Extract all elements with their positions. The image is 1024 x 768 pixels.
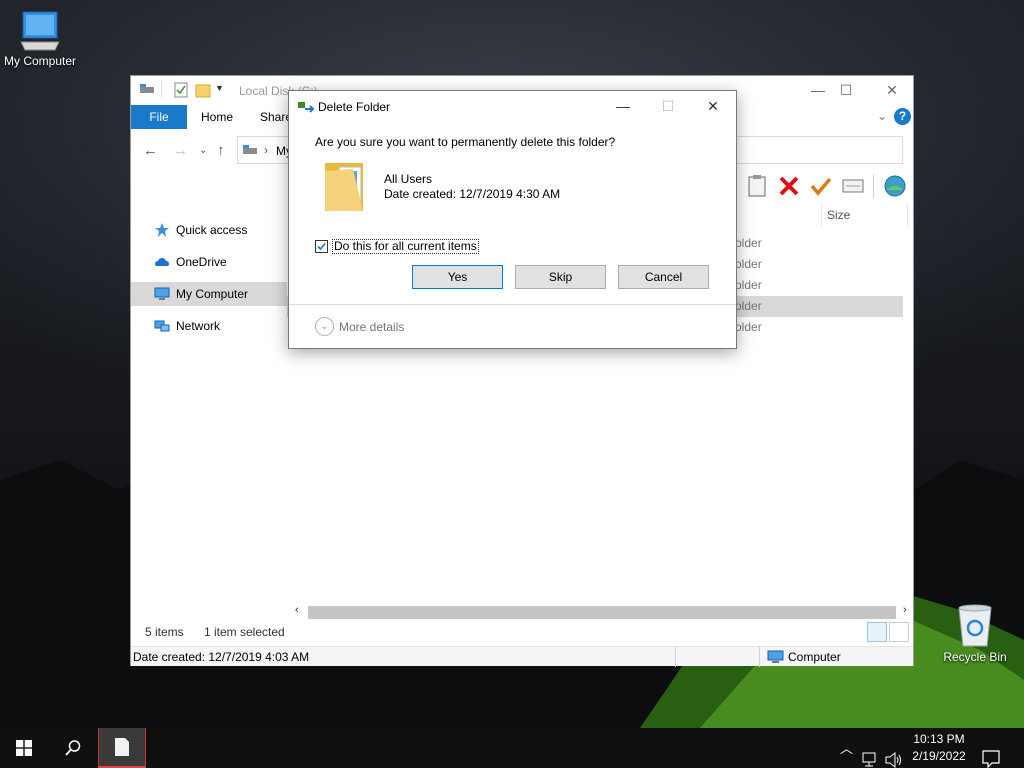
scroll-left-icon[interactable]: ‹ [295,604,299,616]
sidebar-item-my-computer[interactable]: My Computer [131,282,287,306]
show-hidden-icons-chevron-icon[interactable]: ︿ [840,738,853,768]
recent-locations-icon[interactable]: ⌄ [199,145,207,156]
item-name: All Users [384,172,433,186]
divider [675,647,676,667]
divider [289,304,736,305]
network-icon[interactable] [862,740,880,768]
globe-icon[interactable] [883,174,907,198]
document-icon [115,738,129,756]
desktop-icon-my-computer[interactable]: My Computer [0,8,80,68]
checkmark-icon[interactable] [809,174,833,198]
scroll-right-icon[interactable]: › [903,604,907,616]
divider [161,80,162,98]
tab-home[interactable]: Home [187,105,247,129]
column-separator [821,204,822,226]
details-view-button[interactable] [867,622,887,642]
file-type-cell: older [735,257,762,271]
windows-logo-icon [16,740,32,756]
clipboard-icon[interactable] [745,174,769,198]
folder-icon [325,163,363,211]
apply-to-all-checkbox[interactable] [315,240,328,253]
back-arrow-icon[interactable]: ← [143,142,158,159]
system-clock[interactable]: 10:13 PM 2/19/2022 [908,731,970,765]
sidebar-item-label: Quick access [176,223,248,237]
maximize-button: ☐ [661,98,675,114]
confirmation-question: Are you sure you want to permanently del… [315,135,616,149]
properties-icon[interactable] [173,82,189,98]
item-count: 5 items [145,625,184,639]
ribbon-expand-icon[interactable]: ⌄ [877,109,887,123]
desktop-icon-label: My Computer [3,54,77,68]
column-header-size[interactable]: Size [827,208,850,222]
view-switcher [867,622,911,642]
help-icon[interactable]: ? [894,108,911,125]
delete-folder-dialog: Delete Folder — ☐ ✕ Are you sure you wan… [288,90,737,349]
scrollbar-thumb[interactable] [308,606,896,619]
sidebar-item-label: OneDrive [176,255,227,269]
customize-qa-dropdown-icon[interactable]: ▼ [215,83,224,93]
sidebar-item-network[interactable]: Network [131,314,287,338]
more-details-link[interactable]: More details [339,320,404,334]
sidebar-item-onedrive[interactable]: OneDrive [131,250,287,274]
search-icon [65,740,81,756]
delete-folder-icon [298,102,314,113]
recycle-bin-icon [958,604,992,647]
horizontal-scrollbar[interactable]: ‹ › [291,604,913,620]
breadcrumb-chevron-icon: › [264,143,268,157]
taskbar: ︿ 10:13 PM 2/19/2022 [0,728,1024,768]
forward-arrow-icon[interactable]: → [173,142,188,159]
drive-icon [140,84,154,93]
details-bar: Date created: 12/7/2019 4:03 AM Computer [131,646,913,667]
computer-icon [767,650,784,663]
file-type-cell: older [735,278,762,292]
taskbar-app-file-manager[interactable] [98,728,146,768]
up-arrow-icon[interactable]: ↑ [217,142,225,159]
selected-item-date: Date created: 12/7/2019 4:03 AM [133,650,310,664]
desktop-icon-recycle-bin[interactable]: Recycle Bin [935,602,1015,664]
search-button[interactable] [48,728,96,768]
sidebar-item-label: Network [176,319,221,333]
clock-time: 10:13 PM [913,732,965,746]
new-folder-icon[interactable] [195,82,211,98]
divider [759,647,760,667]
start-button[interactable] [0,728,48,768]
sidebar-item-quick-access[interactable]: Quick access [131,218,287,242]
clock-date: 2/19/2022 [912,749,966,763]
selection-count: 1 item selected [204,625,285,639]
drive-icon [243,145,257,154]
delete-x-icon[interactable] [777,174,801,198]
desktop-icon-label: Recycle Bin [943,650,1007,664]
network-icon [154,320,170,332]
large-icons-view-button[interactable] [889,622,909,642]
notifications-icon[interactable] [982,739,1000,768]
file-type-cell: older [735,236,762,250]
computer-icon [20,11,60,51]
file-type-cell: older [735,299,762,313]
apply-to-all-label[interactable]: Do this for all current items [332,239,479,254]
dialog-title: Delete Folder [318,100,391,114]
close-button[interactable]: ✕ [869,76,915,104]
location-label: Computer [788,650,841,664]
star-icon [155,223,169,237]
cloud-icon [155,258,169,266]
maximize-button[interactable]: ☐ [823,76,869,104]
close-button[interactable]: ✕ [690,91,736,121]
yes-button[interactable]: Yes [412,265,503,289]
rename-icon[interactable] [841,174,865,198]
computer-icon [154,287,170,300]
chevron-down-icon[interactable]: ⌄ [315,317,334,336]
item-date: Date created: 12/7/2019 4:30 AM [384,187,561,201]
divider [873,174,874,198]
checkmark-icon [317,242,326,251]
cancel-button[interactable]: Cancel [618,265,709,289]
skip-button[interactable]: Skip [515,265,606,289]
column-separator [907,204,908,226]
volume-icon[interactable] [885,740,903,768]
sidebar-item-label: My Computer [176,287,249,301]
file-type-cell: older [735,320,762,334]
tab-file[interactable]: File [131,105,187,129]
minimize-button[interactable]: — [600,91,646,121]
